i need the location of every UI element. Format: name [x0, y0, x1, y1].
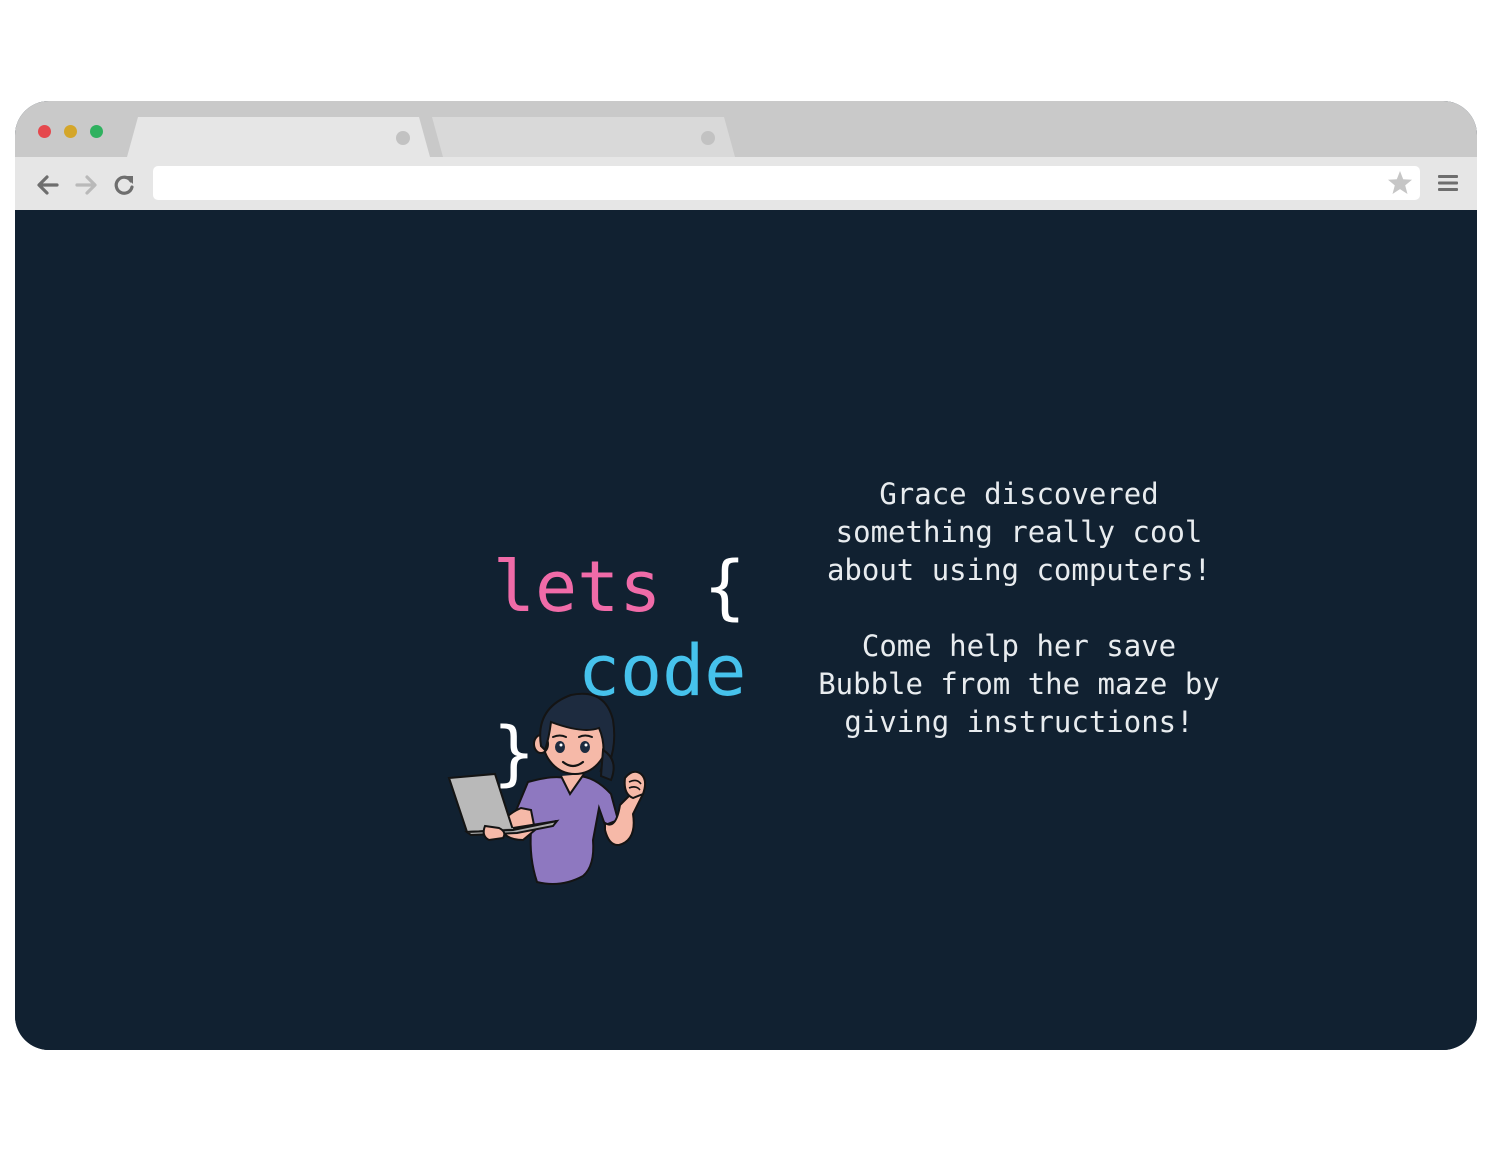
tab-bar — [15, 101, 1477, 157]
star-icon[interactable] — [1386, 169, 1414, 197]
hamburger-menu-icon[interactable] — [1437, 172, 1459, 194]
tab-close-icon[interactable] — [701, 131, 715, 145]
close-window-button[interactable] — [38, 125, 51, 138]
arrow-right-icon[interactable] — [73, 172, 99, 198]
minimize-window-button[interactable] — [64, 125, 77, 138]
page-content: lets { code } Grace discovered something… — [15, 210, 1477, 1050]
arrow-left-icon[interactable] — [35, 172, 61, 198]
address-bar[interactable] — [153, 166, 1420, 200]
tab-close-icon[interactable] — [396, 131, 410, 145]
browser-toolbar — [15, 157, 1477, 210]
intro-text: Grace discovered something really cool a… — [765, 475, 1273, 741]
intro-paragraph-1: Grace discovered something really cool a… — [826, 477, 1212, 587]
maximize-window-button[interactable] — [90, 125, 103, 138]
intro-paragraph-2: Come help her save Bubble from the maze … — [818, 629, 1220, 739]
reload-icon[interactable] — [111, 172, 137, 198]
tab-inactive[interactable] — [432, 117, 738, 157]
tab-active[interactable] — [127, 117, 432, 157]
browser-window: lets { code } Grace discovered something… — [15, 101, 1477, 1050]
grace-illustration — [433, 690, 653, 890]
